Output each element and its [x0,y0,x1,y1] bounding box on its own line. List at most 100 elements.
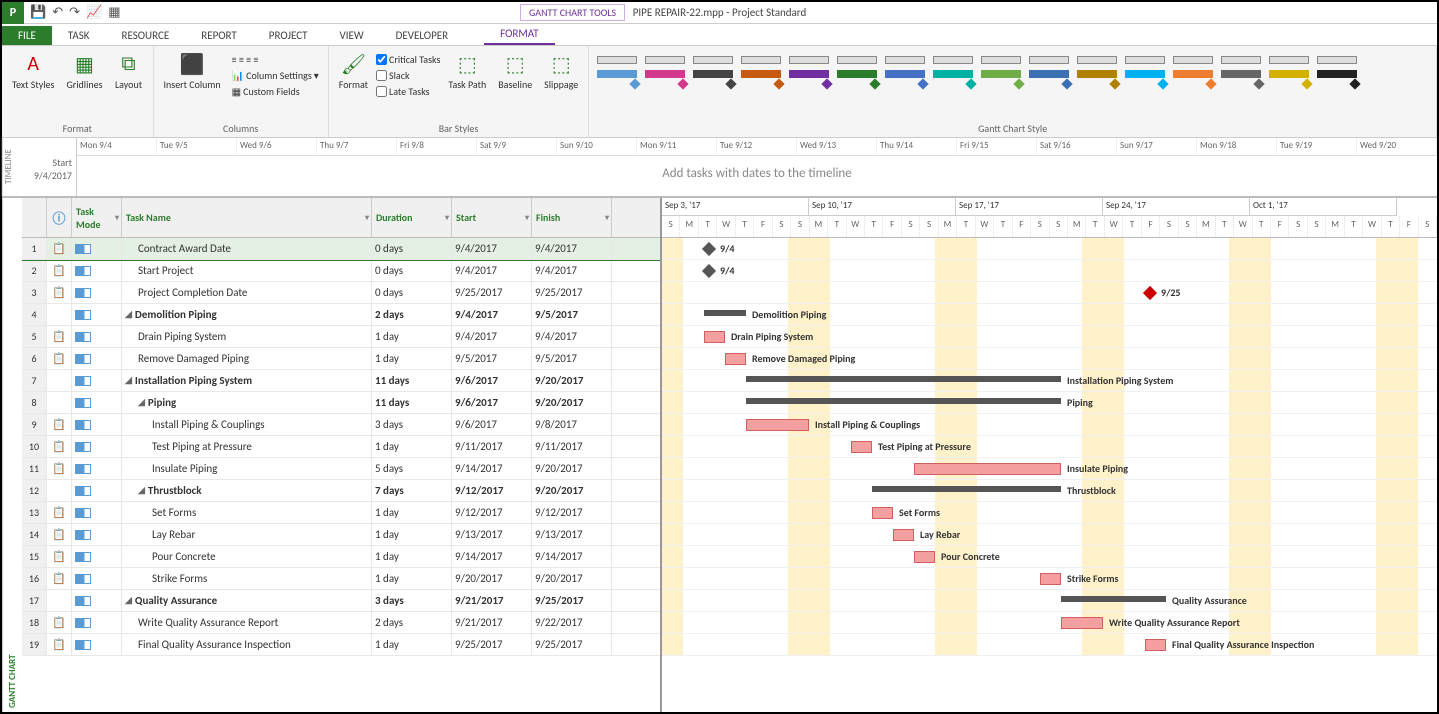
header-start[interactable]: Start▾ [452,198,532,237]
gantt-style-swatch[interactable] [643,48,687,88]
table-row[interactable]: 1 📋 Contract Award Date 0 days 9/4/2017 … [22,238,660,260]
slippage-button[interactable]: ⬚Slippage [540,48,582,93]
gantt-style-swatch[interactable] [931,48,975,88]
late-tasks-checkbox[interactable]: Late Tasks [376,84,440,99]
tab-view[interactable]: VIEW [323,26,379,45]
task-bar[interactable] [746,419,809,431]
table-row[interactable]: 4 ◢Demolition Piping 2 days 9/4/2017 9/5… [22,304,660,326]
gantt-bar-label: Installation Piping System [1067,374,1173,387]
gantt-day-header: W [717,216,735,237]
task-bar[interactable] [914,551,935,563]
gantt-style-swatch[interactable] [595,48,639,88]
gantt-style-swatch[interactable] [1075,48,1119,88]
gantt-bar-label: Test Piping at Pressure [878,440,971,453]
save-icon[interactable]: 💾 [30,5,46,20]
task-bar[interactable] [1040,573,1061,585]
gantt-style-swatch[interactable] [979,48,1023,88]
taskmode-icon [75,376,91,386]
note-icon: 📋 [52,528,66,541]
task-bar[interactable] [872,507,893,519]
header-info[interactable]: ⓘ [47,198,72,237]
gantt-day-header: T [957,216,975,237]
baseline-button[interactable]: ⬚Baseline [494,48,536,93]
task-path-button[interactable]: ⬚Task Path [444,48,490,93]
header-duration[interactable]: Duration▾ [372,198,452,237]
taskmode-icon [75,266,91,276]
gantt-style-swatch[interactable] [1267,48,1311,88]
column-settings-button[interactable]: 📊 Column Settings ▾ [229,68,322,83]
summary-bar[interactable] [704,310,746,316]
summary-bar[interactable] [746,398,1061,404]
table-row[interactable]: 16 📋 Strike Forms 1 day 9/20/2017 9/20/2… [22,568,660,590]
tab-project[interactable]: PROJECT [253,26,324,45]
calendar-icon[interactable]: ▦ [108,5,120,20]
gantt-style-swatch[interactable] [739,48,783,88]
task-name-cell: Project Completion Date [122,282,372,303]
table-row[interactable]: 13 📋 Set Forms 1 day 9/12/2017 9/12/2017 [22,502,660,524]
gantt-week-header: Oct 1, '17 [1250,198,1397,216]
table-row[interactable]: 2 📋 Start Project 0 days 9/4/2017 9/4/20… [22,260,660,282]
redo-icon[interactable]: ↷ [69,5,80,20]
table-row[interactable]: 19 📋 Final Quality Assurance Inspection … [22,634,660,656]
undo-icon[interactable]: ↶ [52,5,63,20]
align-left-button[interactable]: ≡ ≡ ≡ ≡ [229,52,322,67]
format-bars-button[interactable]: 🖌Format [335,48,372,93]
task-bar[interactable] [704,331,725,343]
header-taskname[interactable]: Task Name▾ [122,198,372,237]
gantt-style-swatch[interactable] [1219,48,1263,88]
timeline-date: Mon 9/11 [637,138,717,155]
table-row[interactable]: 14 📋 Lay Rebar 1 day 9/13/2017 9/13/2017 [22,524,660,546]
table-row[interactable]: 3 📋 Project Completion Date 0 days 9/25/… [22,282,660,304]
gantt-style-swatch[interactable] [1027,48,1071,88]
table-row[interactable]: 5 📋 Drain Piping System 1 day 9/4/2017 9… [22,326,660,348]
gantt-style-swatch[interactable] [691,48,735,88]
gantt-style-swatch[interactable] [883,48,927,88]
task-bar[interactable] [851,441,872,453]
gantt-style-swatch[interactable] [1315,48,1359,88]
insert-column-button[interactable]: ⬛Insert Column [160,48,225,93]
table-row[interactable]: 12 ◢Thrustblock 7 days 9/12/2017 9/20/20… [22,480,660,502]
tab-report[interactable]: REPORT [185,26,253,45]
table-row[interactable]: 9 📋 Install Piping & Couplings 3 days 9/… [22,414,660,436]
gantt-style-swatch[interactable] [1171,48,1215,88]
gantt-row [662,634,1437,656]
gantt-style-swatch[interactable] [787,48,831,88]
table-row[interactable]: 17 ◢Quality Assurance 3 days 9/21/2017 9… [22,590,660,612]
custom-fields-button[interactable]: ▦ Custom Fields [229,84,322,99]
summary-bar[interactable] [746,376,1061,382]
task-bar[interactable] [893,529,914,541]
table-row[interactable]: 8 ◢Piping 11 days 9/6/2017 9/20/2017 [22,392,660,414]
header-finish[interactable]: Finish▾ [532,198,612,237]
critical-tasks-checkbox[interactable]: Critical Tasks [376,52,440,67]
tab-resource[interactable]: RESOURCE [105,26,185,45]
task-bar[interactable] [1145,639,1166,651]
table-row[interactable]: 18 📋 Write Quality Assurance Report 2 da… [22,612,660,634]
text-styles-button[interactable]: AText Styles [8,48,58,93]
gantt-style-swatch[interactable] [835,48,879,88]
table-row[interactable]: 11 📋 Insulate Piping 5 days 9/14/2017 9/… [22,458,660,480]
layout-button[interactable]: ⧉Layout [111,48,147,93]
task-bar[interactable] [725,353,746,365]
task-bar[interactable] [1061,617,1103,629]
activity-icon[interactable]: 📈 [86,5,102,20]
tab-file[interactable]: FILE [2,26,52,45]
table-row[interactable]: 7 ◢Installation Piping System 11 days 9/… [22,370,660,392]
tab-developer[interactable]: DEVELOPER [380,26,464,45]
table-row[interactable]: 15 📋 Pour Concrete 1 day 9/14/2017 9/14/… [22,546,660,568]
gridlines-button[interactable]: ▦Gridlines [62,48,106,93]
gantt-day-header: F [1142,216,1160,237]
gantt-row [662,590,1437,612]
header-taskmode[interactable]: Task Mode▾ [72,198,122,237]
table-row[interactable]: 10 📋 Test Piping at Pressure 1 day 9/11/… [22,436,660,458]
task-bar[interactable] [914,463,1061,475]
slack-checkbox[interactable]: Slack [376,68,440,83]
gantt-chart-area[interactable]: Sep 3, '17Sep 10, '17Sep 17, '17Sep 24, … [662,198,1437,712]
gantt-style-swatch[interactable] [1123,48,1167,88]
summary-bar[interactable] [1061,596,1166,602]
table-row[interactable]: 6 📋 Remove Damaged Piping 1 day 9/5/2017… [22,348,660,370]
tab-task[interactable]: TASK [52,26,106,45]
tab-format[interactable]: FORMAT [484,24,554,45]
header-rownum[interactable] [22,198,47,237]
timeline-body[interactable]: Mon 9/4Tue 9/5Wed 9/6Thu 9/7Fri 9/8Sat 9… [76,138,1437,196]
summary-bar[interactable] [872,486,1061,492]
